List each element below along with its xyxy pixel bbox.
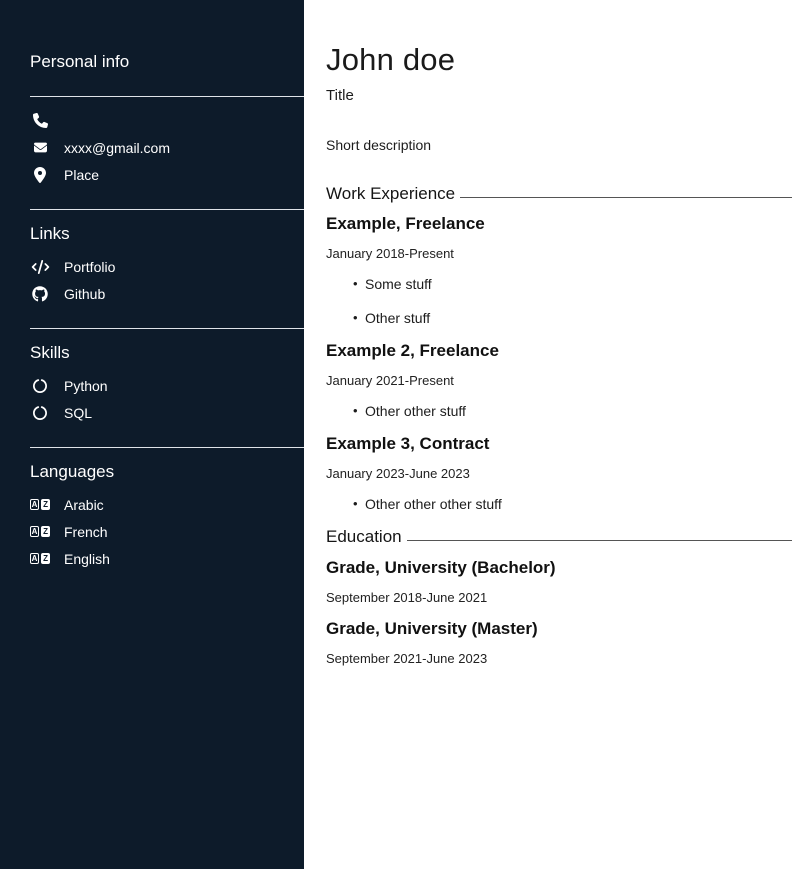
education-entry-dates: September 2021-June 2023 xyxy=(326,651,792,666)
section-rule xyxy=(407,540,792,541)
translate-icon: AZ xyxy=(30,499,50,510)
personal-info-heading: Personal info xyxy=(30,52,304,72)
work-entry: Example 2, Freelance January 2021-Presen… xyxy=(326,341,792,419)
email-row: xxxx@gmail.com xyxy=(0,134,304,161)
main-content: John doe Title Short description Work Ex… xyxy=(304,0,794,869)
work-entry-title: Example, Freelance xyxy=(326,214,792,234)
translate-icon: AZ xyxy=(30,526,50,537)
circle-notch-icon xyxy=(30,406,50,420)
work-entry-dates: January 2018-Present xyxy=(326,246,792,261)
work-entry-dates: January 2023-June 2023 xyxy=(326,466,792,481)
sidebar-divider xyxy=(30,447,304,448)
short-description: Short description xyxy=(326,137,792,153)
education-entry-title: Grade, University (Bachelor) xyxy=(326,558,792,578)
translate-icon: AZ xyxy=(30,553,50,564)
education-entry-title: Grade, University (Master) xyxy=(326,619,792,639)
portfolio-link-label: Portfolio xyxy=(64,259,115,275)
envelope-icon xyxy=(30,141,50,154)
bullet-item: Some stuff xyxy=(353,276,792,292)
skill-label: SQL xyxy=(64,405,92,421)
language-row: AZ Arabic xyxy=(0,491,304,518)
code-icon xyxy=(30,260,50,274)
circle-notch-icon xyxy=(30,379,50,393)
bullet-item: Other other other stuff xyxy=(353,496,792,512)
language-label: French xyxy=(64,524,108,540)
skill-label: Python xyxy=(64,378,108,394)
skills-heading: Skills xyxy=(30,343,304,363)
work-entry-bullets: Other other other stuff xyxy=(326,496,792,512)
skill-row: Python xyxy=(0,372,304,399)
education-section-heading: Education xyxy=(326,527,792,547)
sidebar: Personal info xxxx@gmail.com Place Links xyxy=(0,0,304,869)
work-entry-title: Example 3, Contract xyxy=(326,434,792,454)
links-heading: Links xyxy=(30,224,304,244)
section-rule xyxy=(460,197,792,198)
place-label: Place xyxy=(64,167,99,183)
work-entry-bullets: Other other stuff xyxy=(326,403,792,419)
phone-row xyxy=(0,107,304,134)
work-entry-dates: January 2021-Present xyxy=(326,373,792,388)
language-label: Arabic xyxy=(64,497,104,513)
sidebar-divider xyxy=(30,209,304,210)
section-heading-label: Work Experience xyxy=(326,184,455,204)
language-row: AZ English xyxy=(0,545,304,572)
language-label: English xyxy=(64,551,110,567)
sidebar-divider xyxy=(30,96,304,97)
work-entry: Example, Freelance January 2018-Present … xyxy=(326,214,792,326)
github-link-label: Github xyxy=(64,286,105,302)
work-entry-bullets: Some stuff Other stuff xyxy=(326,276,792,326)
location-pin-icon xyxy=(30,167,50,183)
phone-icon xyxy=(30,113,50,128)
sidebar-link-github[interactable]: Github xyxy=(0,280,304,307)
bullet-item: Other other stuff xyxy=(353,403,792,419)
sidebar-link-portfolio[interactable]: Portfolio xyxy=(0,253,304,280)
languages-heading: Languages xyxy=(30,462,304,482)
email-label: xxxx@gmail.com xyxy=(64,140,170,156)
section-heading-label: Education xyxy=(326,527,402,547)
work-experience-section-heading: Work Experience xyxy=(326,184,792,204)
sidebar-divider xyxy=(30,328,304,329)
skill-row: SQL xyxy=(0,399,304,426)
education-entry: Grade, University (Master) September 202… xyxy=(326,619,792,666)
person-title: Title xyxy=(326,87,792,104)
bullet-item: Other stuff xyxy=(353,310,792,326)
language-row: AZ French xyxy=(0,518,304,545)
person-name: John doe xyxy=(326,42,792,78)
github-icon xyxy=(30,286,50,302)
education-entry: Grade, University (Bachelor) September 2… xyxy=(326,558,792,605)
work-entry-title: Example 2, Freelance xyxy=(326,341,792,361)
place-row: Place xyxy=(0,161,304,188)
education-entry-dates: September 2018-June 2021 xyxy=(326,590,792,605)
work-entry: Example 3, Contract January 2023-June 20… xyxy=(326,434,792,512)
